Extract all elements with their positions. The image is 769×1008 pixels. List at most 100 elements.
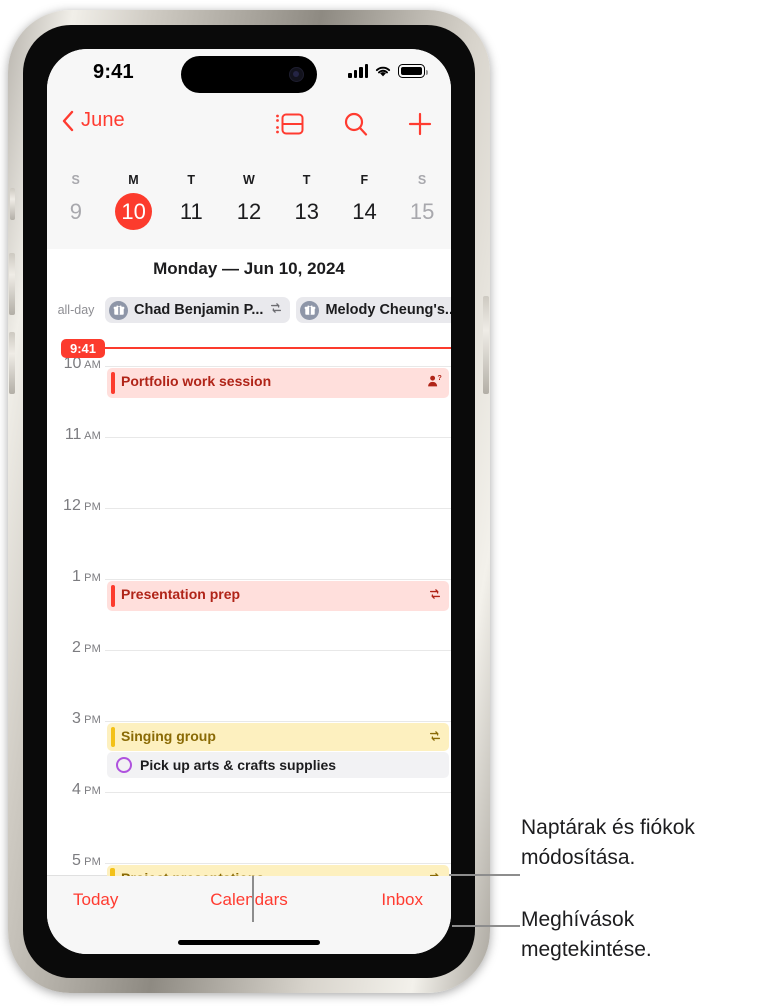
weekday-initial: T [278,171,336,189]
person-question-icon: ? [427,374,442,394]
dynamic-island [181,56,317,93]
all-day-label: all-day [57,303,95,317]
status-bar: 9:41 [47,49,451,103]
selected-day-number: 10 [115,193,153,230]
weekday-initial-label: F [360,173,369,187]
repeat-icon [269,301,283,320]
calendars-button[interactable]: Calendars [210,890,288,910]
hour-gridline [105,650,451,651]
person-question-icon: ? [428,375,442,387]
repeat-icon [428,871,442,876]
callout-calendars-text: Naptárak és fiókok módosítása. [521,816,695,869]
day-cell-12[interactable]: 12 [220,193,278,230]
all-day-event-chip[interactable]: Chad Benjamin P... [105,297,291,323]
reminder-item[interactable]: Pick up arts & crafts supplies [107,752,449,778]
navigation-actions [275,111,433,137]
event-title: Portfolio work session [121,373,272,389]
bottom-toolbar: Today Calendars Inbox [47,875,451,954]
phone-screen: 9:41 June S M T W T F S 9 10 11 12 13 14… [47,49,451,954]
volume-up-button[interactable] [9,253,15,315]
front-camera-icon [289,67,304,82]
day-cell-11[interactable]: 11 [162,193,220,230]
hour-number: 4 [71,781,81,798]
hour-meridiem: AM [81,359,101,371]
search-icon[interactable] [343,111,369,137]
hour-label: 1 PM [47,568,101,586]
gift-icon-badge [300,300,320,320]
cellular-signal-icon [348,64,368,78]
day-number: 15 [409,198,435,224]
event-title: Project presentations [121,870,264,876]
silent-switch-button[interactable] [10,188,15,220]
hour-number: 1 [71,568,81,585]
reminder-checkbox-icon[interactable] [116,757,132,773]
day-cell-15[interactable]: 15 [393,193,451,230]
back-to-month-button[interactable]: June [61,109,125,132]
calendar-event[interactable]: Singing group [107,723,449,751]
weekday-initial-label: S [71,173,81,187]
callout-inbox-text: Meghívások megtekintése. [521,908,652,961]
power-button[interactable] [483,296,489,394]
all-day-event-title: Melody Cheung's... [325,302,451,318]
chevron-left-icon [62,110,74,131]
hour-gridline [105,366,451,367]
hour-label: 11 AM [47,426,101,444]
hour-meridiem: PM [80,714,101,726]
weekday-initials-row: SMTWTFS [47,171,451,189]
status-bar-indicators [348,64,428,78]
repeat-icon [429,873,439,876]
hour-gridline [105,863,451,864]
hour-meridiem: PM [80,501,101,513]
repeat-icon [429,731,441,741]
hour-number: 3 [71,710,81,727]
weekday-initial: S [393,171,451,189]
day-cell-13[interactable]: 13 [278,193,336,230]
hour-meridiem: PM [80,856,101,868]
all-day-event-chip[interactable]: Melody Cheung's... [296,297,451,323]
hour-meridiem: AM [81,430,101,442]
hour-meridiem: PM [80,643,101,655]
hour-gridline [105,792,451,793]
weekday-initial-label: S [417,173,427,187]
weekday-initial-label: M [128,173,139,187]
back-button-label: June [81,109,125,131]
day-cell-14[interactable]: 14 [336,193,394,230]
gift-icon [304,305,316,315]
day-cell-10[interactable]: 10 [105,193,163,230]
hour-meridiem: PM [80,572,101,584]
callout-leader-inbox-horizontal [452,925,520,927]
hour-label: 12 PM [47,497,101,515]
weekday-initial-label: W [242,173,256,187]
volume-down-button[interactable] [9,332,15,394]
event-color-bar [111,727,115,747]
day-cell-9[interactable]: 9 [47,193,105,230]
hour-label: 5 PM [47,852,101,870]
list-view-icon[interactable] [275,111,305,137]
hour-number: 2 [71,639,81,656]
hour-gridline [105,437,451,438]
home-indicator[interactable] [178,940,320,945]
weekday-initial: W [220,171,278,189]
repeat-icon [429,589,441,599]
callout-leader-calendars-vertical [252,874,254,922]
inbox-button[interactable]: Inbox [381,890,423,910]
day-number: 13 [294,198,319,224]
svg-text:?: ? [438,375,442,382]
wifi-icon [375,66,391,77]
calendar-event[interactable]: Portfolio work session? [107,368,449,398]
calendar-event[interactable]: Project presentations5–7PM [107,865,449,876]
today-button[interactable]: Today [73,890,118,910]
add-event-icon[interactable] [407,111,433,137]
hour-number: 12 [63,497,81,514]
calendar-event[interactable]: Presentation prep [107,581,449,611]
day-number: 14 [352,198,377,224]
event-title: Presentation prep [121,586,241,602]
reminder-title: Pick up arts & crafts supplies [140,757,337,773]
day-timeline[interactable]: 10 AM11 AM12 PM1 PM2 PM3 PM4 PM5 PM6 PM7… [47,331,451,876]
hour-label: 3 PM [47,710,101,728]
event-color-bar [111,372,115,394]
day-numbers-row: 9 10 11 12 13 14 15 [47,193,451,230]
navigation-bar: June [47,103,451,153]
day-number: 9 [69,198,82,224]
day-number: 11 [179,198,203,224]
